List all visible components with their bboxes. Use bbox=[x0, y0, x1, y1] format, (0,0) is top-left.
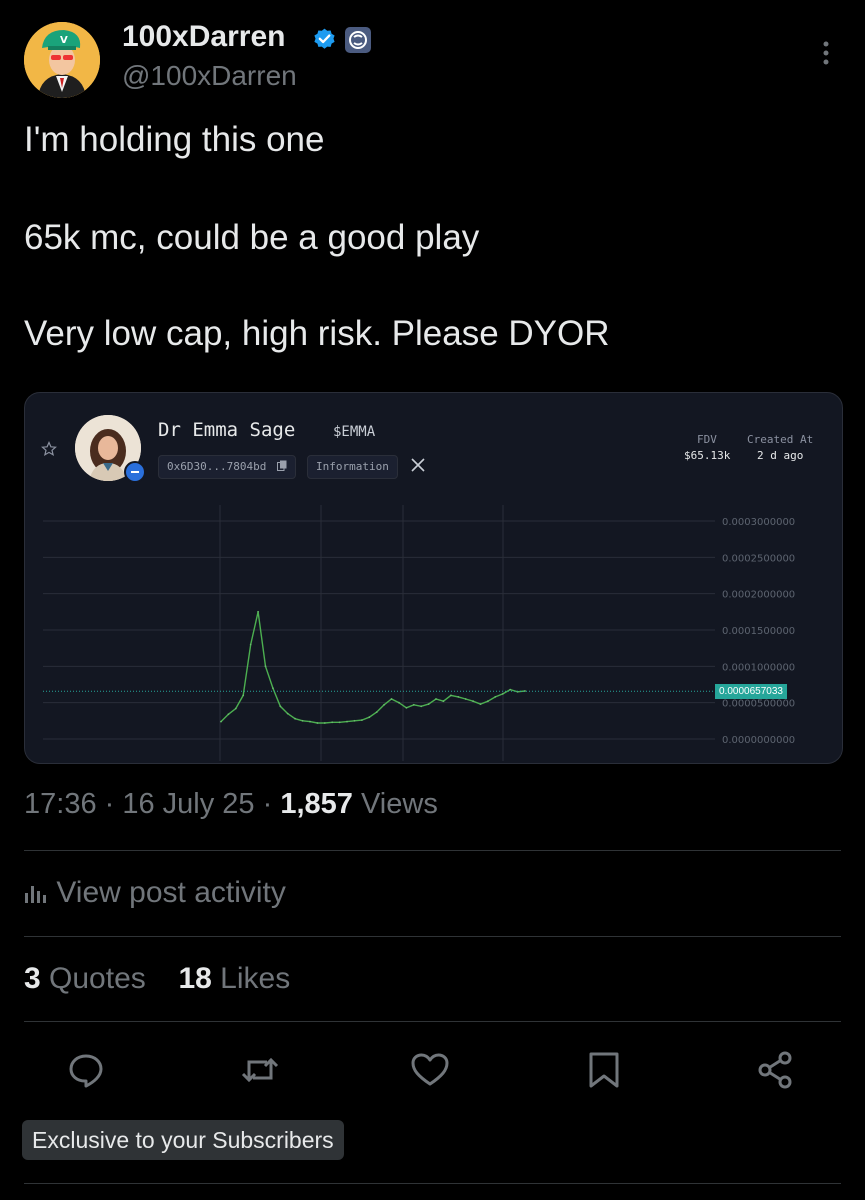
price-point bbox=[375, 711, 378, 713]
price-point bbox=[390, 698, 393, 700]
reply-icon[interactable] bbox=[66, 1050, 106, 1090]
price-point bbox=[412, 703, 415, 706]
engagement-stats: 3 Quotes 18 Likes bbox=[24, 962, 290, 996]
post-text-line: I'm holding this one bbox=[24, 120, 325, 159]
post-text-line: Very low cap, high risk. Please DYOR bbox=[24, 314, 610, 353]
price-point bbox=[457, 696, 460, 698]
price-point bbox=[494, 696, 497, 698]
price-point bbox=[294, 717, 296, 720]
price-point bbox=[353, 719, 356, 722]
repost-icon[interactable] bbox=[240, 1050, 280, 1090]
more-options-icon[interactable] bbox=[815, 38, 837, 68]
y-tick-label: 0.0001000000 bbox=[722, 662, 795, 673]
price-point bbox=[383, 703, 385, 706]
views-count: 1,857 bbox=[280, 788, 353, 820]
like-icon[interactable] bbox=[410, 1050, 450, 1090]
price-point bbox=[427, 703, 430, 705]
author-avatar[interactable]: V bbox=[24, 22, 100, 98]
divider bbox=[24, 850, 841, 851]
share-icon[interactable] bbox=[756, 1050, 796, 1090]
price-point bbox=[479, 703, 482, 705]
price-point bbox=[464, 698, 467, 700]
y-tick-label: 0.0003000000 bbox=[722, 517, 795, 528]
analytics-icon bbox=[25, 886, 46, 903]
price-point bbox=[472, 700, 474, 703]
likes-label: Likes bbox=[220, 962, 291, 995]
y-tick-label: 0.0000500000 bbox=[722, 699, 795, 710]
price-point bbox=[234, 707, 237, 710]
y-tick-label: 0.0001500000 bbox=[722, 626, 795, 637]
post-meta: 17:36 · 16 July 25 · 1,857 Views bbox=[24, 788, 438, 820]
divider bbox=[24, 1183, 841, 1184]
price-series-line bbox=[220, 611, 526, 724]
price-point bbox=[420, 705, 423, 708]
likes-stat[interactable]: 18 Likes bbox=[178, 962, 290, 995]
divider bbox=[24, 936, 841, 937]
price-point bbox=[501, 693, 504, 695]
price-point bbox=[442, 700, 445, 703]
y-tick-label: 0.0002500000 bbox=[722, 553, 795, 564]
price-point bbox=[220, 720, 222, 723]
current-price-label: 0.0000657033 bbox=[715, 683, 787, 699]
price-point bbox=[264, 665, 267, 668]
price-point bbox=[316, 722, 319, 724]
svg-text:V: V bbox=[60, 35, 68, 46]
price-point bbox=[509, 688, 512, 691]
price-point bbox=[338, 721, 341, 724]
post-text-line: 65k mc, could be a good play bbox=[24, 218, 480, 257]
quotes-stat[interactable]: 3 Quotes bbox=[24, 962, 146, 995]
bookmark-icon[interactable] bbox=[584, 1050, 624, 1090]
post-time[interactable]: 17:36 bbox=[24, 788, 97, 820]
price-point bbox=[309, 720, 311, 723]
price-point bbox=[286, 712, 289, 715]
price-point bbox=[524, 690, 526, 692]
price-point bbox=[279, 705, 282, 708]
embedded-chart-image[interactable]: Dr Emma Sage $EMMA 0x6D30...7804bd Infor… bbox=[24, 392, 843, 764]
quotes-count: 3 bbox=[24, 962, 41, 995]
affiliate-badge-icon[interactable] bbox=[345, 27, 371, 53]
price-point bbox=[361, 719, 363, 721]
y-tick-label: 0.0000000000 bbox=[722, 735, 795, 746]
price-point bbox=[368, 716, 371, 719]
price-point bbox=[323, 722, 326, 724]
price-point bbox=[272, 687, 274, 689]
y-tick-label: 0.0002000000 bbox=[722, 590, 795, 601]
author-handle[interactable]: @100xDarren bbox=[122, 60, 297, 92]
price-point bbox=[227, 713, 230, 716]
avatar-image-icon: V bbox=[24, 22, 100, 98]
price-point bbox=[331, 721, 334, 724]
price-point bbox=[249, 643, 252, 646]
price-point bbox=[346, 720, 348, 723]
views-label: Views bbox=[360, 788, 438, 820]
price-point bbox=[242, 694, 245, 697]
price-point bbox=[301, 719, 304, 722]
price-chart[interactable]: 0.0000000000 0.0000500000 0.0001000000 0.00… bbox=[25, 393, 842, 763]
price-point bbox=[450, 694, 452, 697]
price-point bbox=[257, 610, 259, 613]
divider bbox=[24, 1021, 841, 1022]
price-point bbox=[487, 700, 489, 703]
price-point bbox=[398, 701, 400, 704]
price-point bbox=[435, 698, 437, 700]
post-date[interactable]: 16 July 25 bbox=[122, 788, 254, 820]
view-post-activity-link[interactable]: View post activity bbox=[24, 876, 286, 910]
price-point bbox=[405, 706, 408, 709]
quotes-label: Quotes bbox=[49, 962, 146, 995]
view-post-activity-label: View post activity bbox=[56, 876, 286, 909]
subscribers-badge: Exclusive to your Subscribers bbox=[22, 1120, 344, 1160]
author-display-name[interactable]: 100xDarren bbox=[122, 20, 285, 54]
verified-badge-icon bbox=[314, 28, 335, 49]
likes-count: 18 bbox=[178, 962, 212, 995]
